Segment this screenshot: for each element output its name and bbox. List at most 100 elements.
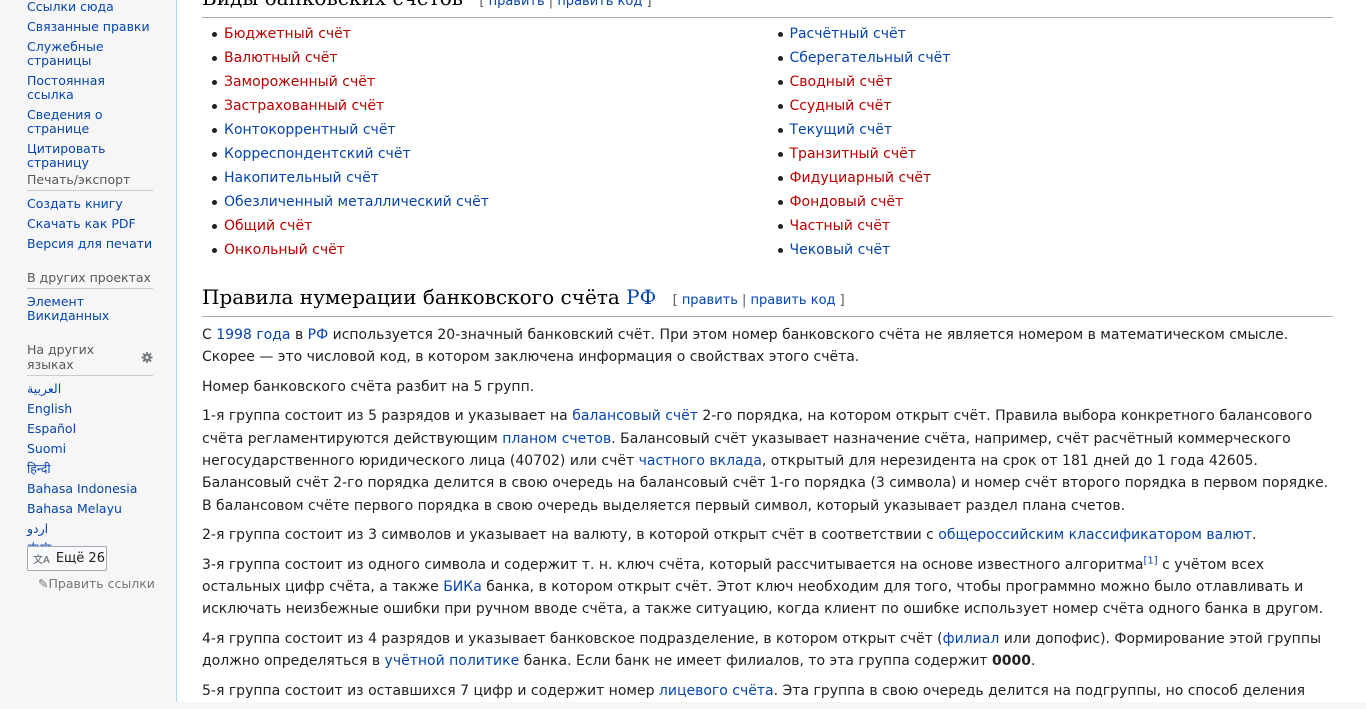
interlanguage-link-ur[interactable]: اردو <box>27 522 153 536</box>
account-type-link[interactable]: Ссудный счёт <box>790 98 892 114</box>
more-languages-button[interactable]: 文A Ещё 26 <box>27 546 107 571</box>
edit-source-link[interactable]: править код <box>751 293 836 308</box>
sidebar-link-page-info[interactable]: Сведения о странице <box>27 108 107 136</box>
interlanguage-link-es[interactable]: Español <box>27 422 153 436</box>
interlanguage-link-hi[interactable]: हिन्दी <box>27 462 153 476</box>
interlanguage-link-ms[interactable]: Bahasa Melayu <box>27 502 153 516</box>
account-type-link[interactable]: Общий счёт <box>224 218 312 234</box>
sidebar-link-download-pdf[interactable]: Скачать как PDF <box>27 217 153 231</box>
account-type-link[interactable]: Частный счёт <box>790 218 891 234</box>
inline-link[interactable]: РФ <box>308 327 329 343</box>
inline-link[interactable]: филиал <box>943 631 1000 647</box>
inline-link[interactable]: общероссийским классификатором валют <box>938 527 1252 543</box>
sidebar-link-wikidata-item[interactable]: Элемент Викиданных <box>27 295 117 323</box>
inline-link[interactable]: планом счетов <box>502 431 611 447</box>
section-body: С 1998 года в РФ используется 20-значный… <box>202 324 1333 702</box>
list-item: Частный счёт <box>777 214 1334 238</box>
section-numbering-rules: Правила нумерации банковского счёта РФ [… <box>202 284 1333 709</box>
section-edit-links: [ править | править код ] <box>672 293 845 308</box>
account-type-link[interactable]: Фондовый счёт <box>790 194 904 210</box>
inline-link[interactable]: лицевого счёта <box>659 683 774 699</box>
account-type-link[interactable]: Текущий счёт <box>790 122 892 138</box>
list-item: Накопительный счёт <box>212 166 768 190</box>
list-item: Чековый счёт <box>777 238 1334 262</box>
sidebar-link-permanent-link[interactable]: Постоянная ссылка <box>27 74 153 102</box>
pencil-icon: ✎ <box>38 576 49 591</box>
account-type-link[interactable]: Контокоррентный счёт <box>224 122 396 138</box>
account-type-link[interactable]: Онкольный счёт <box>224 242 345 258</box>
list-item: Обезличенный металлический счёт <box>212 190 768 214</box>
account-types-right-column: Расчётный счёт Сберегательный счёт Сводный… <box>768 22 1334 262</box>
text-run: С <box>202 327 217 343</box>
inline-link[interactable]: учётной политике <box>385 653 520 669</box>
languages-heading: На других языках <box>27 342 153 376</box>
text-run: . <box>1252 527 1257 544</box>
paragraph: 5-я группа состоит из оставшихся 7 цифр … <box>202 680 1333 702</box>
paragraph: 4-я группа состоит из 4 разрядов и указы… <box>202 628 1333 673</box>
sidebar-link-what-links-here[interactable]: Ссылки сюда <box>27 0 153 14</box>
account-type-link[interactable]: Бюджетный счёт <box>224 26 351 42</box>
sidebar-link-printable[interactable]: Версия для печати <box>27 237 153 251</box>
sidebar-link-related-changes[interactable]: Связанные правки <box>27 20 153 34</box>
list-item: Расчётный счёт <box>777 22 1334 46</box>
list-item: Корреспондентский счёт <box>212 142 768 166</box>
account-types-left-column: Бюджетный счёт Валютный счёт Замороженный … <box>202 22 768 262</box>
text-run: в <box>290 327 308 343</box>
main-content: Виды банковских счетов [ править | прави… <box>176 0 1366 702</box>
sidebar-link-special-pages[interactable]: Служебные страницы <box>27 40 107 68</box>
tools-portal: Ссылки сюда Связанные правки Служебные с… <box>27 0 153 176</box>
account-type-link[interactable]: Фидуциарный счёт <box>790 170 932 186</box>
text-run: 2-я группа состоит из 3 символов и указы… <box>202 527 939 544</box>
paragraph: Номер банковского счёта разбит на 5 груп… <box>202 376 1333 398</box>
sidebar-link-cite-page[interactable]: Цитировать страницу <box>27 142 107 170</box>
account-type-link[interactable]: Обезличенный металлический счёт <box>224 194 489 210</box>
account-type-link[interactable]: Валютный счёт <box>224 50 338 66</box>
account-types-columns: Бюджетный счёт Валютный счёт Замороженный … <box>202 22 1333 262</box>
section-title: Правила нумерации банковского счёта <box>202 285 620 309</box>
inline-link[interactable]: балансовый счёт <box>572 408 698 424</box>
text-run: . <box>1031 653 1036 670</box>
account-type-link[interactable]: Расчётный счёт <box>790 26 906 42</box>
edit-interlanguage-links[interactable]: ✎Править ссылки <box>38 576 155 591</box>
text-run: . Эта группа в свою очередь делится на п… <box>773 682 1306 699</box>
section-title-link[interactable]: РФ <box>626 285 656 309</box>
reference-link[interactable]: [1] <box>1144 555 1158 566</box>
inline-link[interactable]: БИКа <box>443 579 482 595</box>
languages-heading-label: На других языках <box>27 342 95 372</box>
gear-icon[interactable] <box>141 351 153 364</box>
list-item: Застрахованный счёт <box>212 94 768 118</box>
section-heading-account-types: Виды банковских счетов [ править | прави… <box>202 0 1333 18</box>
account-type-link[interactable]: Чековый счёт <box>790 242 891 258</box>
account-type-link[interactable]: Замороженный счёт <box>224 74 375 90</box>
list-item: Фондовый счёт <box>777 190 1334 214</box>
paragraph: 2-я группа состоит из 3 символов и указы… <box>202 524 1333 546</box>
edit-source-link[interactable]: править код <box>557 0 642 9</box>
interlanguage-link-fi[interactable]: Suomi <box>27 442 153 456</box>
interlanguage-link-en[interactable]: English <box>27 402 153 416</box>
account-type-link[interactable]: Сводный счёт <box>790 74 893 90</box>
edit-section-link[interactable]: править <box>489 0 545 9</box>
list-item: Ссудный счёт <box>777 94 1334 118</box>
sidebar-link-create-book[interactable]: Создать книгу <box>27 197 153 211</box>
account-types-right-list: Расчётный счёт Сберегательный счёт Сводный… <box>768 22 1334 262</box>
sidebar: Ссылки сюда Связанные правки Служебные с… <box>0 0 176 694</box>
account-type-link[interactable]: Корреспондентский счёт <box>224 146 411 162</box>
list-item: Текущий счёт <box>777 118 1334 142</box>
interlanguage-link-ar[interactable]: العربية <box>27 382 153 396</box>
account-type-link[interactable]: Сберегательный счёт <box>790 50 951 66</box>
list-item: Бюджетный счёт <box>212 22 768 46</box>
account-type-link[interactable]: Накопительный счёт <box>224 170 379 186</box>
paragraph: 3-я группа состоит из одного символа и с… <box>202 554 1333 621</box>
list-item: Замороженный счёт <box>212 70 768 94</box>
text-run: 5-я группа состоит из оставшихся 7 цифр … <box>202 682 659 699</box>
account-type-link[interactable]: Застрахованный счёт <box>224 98 384 114</box>
list-item: Фидуциарный счёт <box>777 166 1334 190</box>
text-run: Номер банковского счёта разбит на 5 груп… <box>202 378 535 395</box>
translate-icon: 文A <box>33 555 50 566</box>
inline-link[interactable]: частного вклада <box>639 453 762 469</box>
list-item: Сводный счёт <box>777 70 1334 94</box>
inline-link[interactable]: 1998 года <box>216 327 290 343</box>
interlanguage-link-id[interactable]: Bahasa Indonesia <box>27 482 153 496</box>
edit-section-link[interactable]: править <box>682 293 738 308</box>
account-type-link[interactable]: Транзитный счёт <box>790 146 916 162</box>
